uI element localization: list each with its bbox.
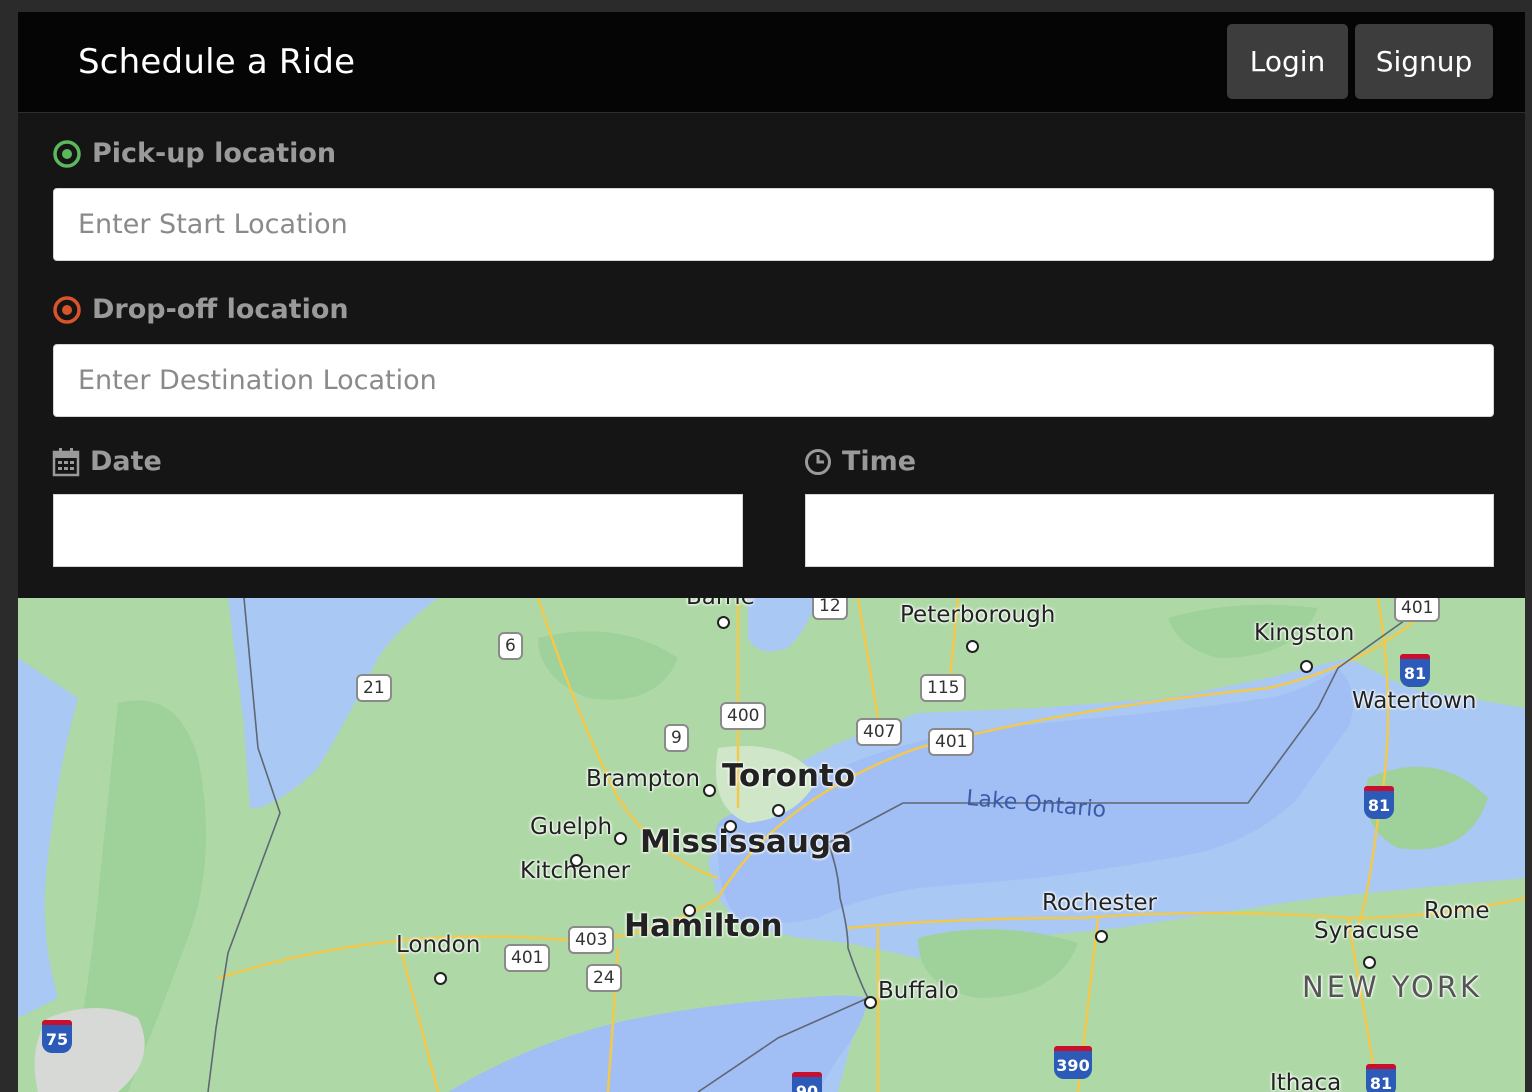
city-guelph: Guelph	[530, 814, 613, 840]
route-map[interactable]: Barrie Peterborough Kingston Watertown B…	[18, 598, 1525, 1092]
highway-shield: 407	[856, 718, 903, 746]
highway-shield: 6	[498, 632, 523, 660]
page-title: Schedule a Ride	[78, 42, 356, 82]
highway-shield: 115	[920, 674, 967, 702]
pickup-label-text: Pick-up location	[92, 138, 337, 169]
city-ithaca: Ithaca	[1270, 1070, 1342, 1092]
highway-shield: 9	[664, 724, 689, 752]
date-input[interactable]	[53, 494, 743, 567]
city-london: London	[396, 932, 481, 958]
highway-shield: 401	[1394, 598, 1441, 622]
highway-shield: 12	[812, 598, 848, 620]
city-marker	[864, 996, 877, 1009]
pickup-target-icon	[52, 139, 82, 169]
region-new-york: NEW YORK	[1302, 970, 1483, 1004]
city-rochester: Rochester	[1042, 890, 1157, 916]
interstate-shield: 81	[1364, 786, 1394, 819]
city-marker	[772, 804, 785, 817]
highway-shield: 400	[720, 702, 767, 730]
calendar-icon	[52, 447, 80, 477]
city-marker	[1300, 660, 1313, 673]
pickup-label: Pick-up location	[52, 138, 336, 169]
city-marker	[1095, 930, 1108, 943]
signup-button[interactable]: Signup	[1355, 24, 1493, 99]
highway-shield: 403	[568, 926, 615, 954]
app-frame: Schedule a Ride Login Signup Pick-up loc…	[18, 12, 1525, 1092]
city-watertown: Watertown	[1352, 688, 1477, 714]
time-label-text: Time	[842, 446, 917, 477]
login-button[interactable]: Login	[1227, 24, 1348, 99]
clock-icon	[804, 448, 832, 476]
interstate-shield: 390	[1054, 1046, 1092, 1079]
city-marker	[570, 854, 583, 867]
city-hamilton: Hamilton	[624, 908, 783, 944]
city-buffalo: Buffalo	[878, 978, 959, 1004]
navbar: Schedule a Ride Login Signup	[18, 12, 1525, 113]
time-label: Time	[804, 446, 916, 477]
date-label: Date	[52, 446, 162, 477]
highway-shield: 401	[928, 728, 975, 756]
time-input[interactable]	[805, 494, 1494, 567]
date-label-text: Date	[90, 446, 162, 477]
city-toronto: Toronto	[722, 758, 856, 794]
interstate-shield: 75	[42, 1020, 72, 1053]
city-syracuse: Syracuse	[1314, 918, 1420, 944]
dropoff-label-text: Drop-off location	[92, 294, 349, 325]
city-peterborough: Peterborough	[900, 602, 1056, 628]
city-kingston: Kingston	[1254, 620, 1355, 646]
city-marker	[1363, 956, 1376, 969]
highway-shield: 24	[586, 964, 622, 992]
city-marker	[683, 904, 696, 917]
city-marker	[724, 820, 737, 833]
highway-shield: 21	[356, 674, 392, 702]
city-brampton: Brampton	[586, 766, 701, 792]
city-barrie: Barrie	[686, 598, 755, 610]
city-rome: Rome	[1424, 898, 1490, 924]
interstate-shield: 90	[792, 1072, 822, 1092]
pickup-location-input[interactable]	[53, 188, 1494, 261]
interstate-shield: 81	[1366, 1064, 1396, 1092]
city-marker	[717, 616, 730, 629]
highway-shield: 401	[504, 944, 551, 972]
city-marker	[966, 640, 979, 653]
city-mississauga: Mississauga	[640, 824, 853, 860]
city-marker	[703, 784, 716, 797]
city-marker	[614, 832, 627, 845]
city-marker	[434, 972, 447, 985]
interstate-shield: 81	[1400, 654, 1430, 687]
dropoff-target-icon	[52, 295, 82, 325]
dropoff-location-input[interactable]	[53, 344, 1494, 417]
dropoff-label: Drop-off location	[52, 294, 349, 325]
